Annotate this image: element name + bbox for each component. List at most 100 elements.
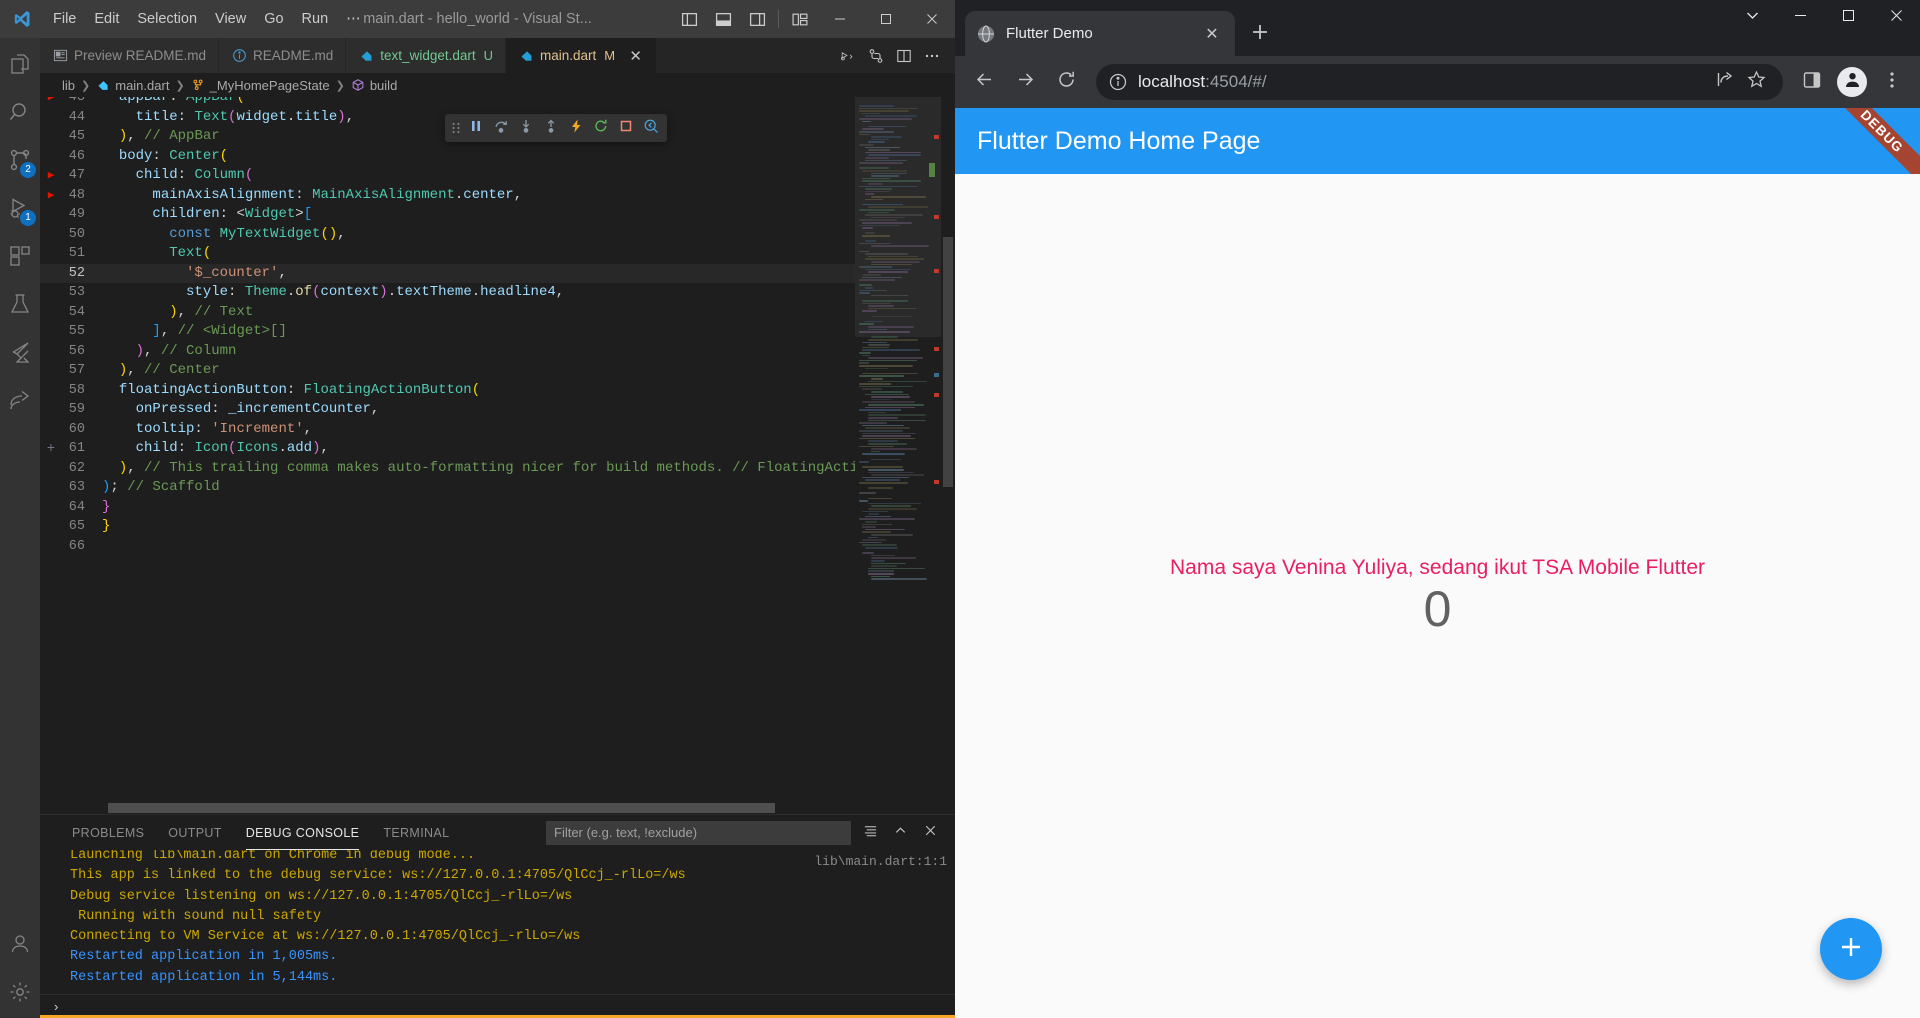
browser-tab-close-button[interactable]: ✕ (1201, 23, 1223, 45)
hot-reload-button[interactable] (564, 116, 588, 140)
forward-button[interactable] (1006, 63, 1044, 101)
code-line[interactable]: +61 child: Icon(Icons.add), (40, 439, 855, 459)
window-minimize-button[interactable] (817, 0, 863, 38)
console-filter-input[interactable] (546, 820, 851, 845)
code-line[interactable]: 63); // Scaffold (40, 478, 855, 498)
new-tab-button[interactable] (1243, 17, 1277, 51)
menu-run[interactable]: Run (293, 7, 338, 31)
menu-selection[interactable]: Selection (128, 7, 206, 31)
menu-bar[interactable]: File Edit Selection View Go Run ⋯ (44, 7, 370, 31)
panel-tab-problems[interactable]: PROBLEMS (60, 815, 156, 850)
breakpoint-marker[interactable]: ▶ (40, 185, 62, 207)
breadcrumb-item-main-dart[interactable]: main.dart (96, 78, 169, 93)
sidebar-item-run-and-debug[interactable]: 1 (0, 186, 40, 234)
code-line[interactable]: 52 '$_counter', (40, 263, 855, 283)
back-button[interactable] (965, 63, 1003, 101)
toggle-primary-sidebar-button[interactable] (672, 0, 706, 38)
sidebar-item-explorer[interactable] (0, 42, 40, 90)
debug-stop-button[interactable] (614, 116, 638, 140)
window-maximize-button[interactable] (863, 0, 909, 38)
increment-fab[interactable] (1820, 918, 1882, 980)
code-line[interactable]: 65} (40, 517, 855, 537)
breakpoint-marker[interactable]: ▶ (40, 165, 62, 187)
code-line[interactable]: 54 ), // Text (40, 303, 855, 323)
breadcrumb-item-lib[interactable]: lib (62, 78, 75, 93)
chrome-menu-button[interactable] (1874, 64, 1910, 100)
browser-tab-flutter-demo[interactable]: Flutter Demo ✕ (965, 11, 1235, 56)
close-panel-button[interactable] (919, 822, 941, 844)
run-debug-chevron-icon[interactable] (835, 43, 861, 69)
menu-go[interactable]: Go (255, 7, 292, 31)
tab-text-widget-dart[interactable]: text_widget.dart U (346, 38, 506, 73)
scrollbar-thumb[interactable] (108, 803, 775, 813)
side-panel-button[interactable] (1794, 64, 1830, 100)
code-editor[interactable]: ▶ 43 appBar: AppBar(44 title: Text(widget… (40, 89, 955, 802)
code-line[interactable]: 46 body: Center( (40, 147, 855, 167)
maximize-panel-button[interactable] (889, 822, 911, 844)
customize-layout-button[interactable] (783, 0, 817, 38)
code-line[interactable]: 50 const MyTextWidget(), (40, 225, 855, 245)
breadcrumb-item-class[interactable]: _MyHomePageState (191, 78, 330, 93)
split-editor-icon[interactable] (891, 43, 917, 69)
code-line[interactable]: 49 children: <Widget>[ (40, 205, 855, 225)
code-line[interactable]: ▶ 47 child: Column( (40, 166, 855, 186)
menu-more[interactable]: ⋯ (337, 7, 370, 31)
debug-console-output[interactable]: lib\main.dart:1:1 Launching lib\main.dar… (40, 850, 955, 994)
fold-add-marker[interactable]: + (40, 439, 62, 460)
debug-pause-button[interactable] (464, 116, 488, 140)
sidebar-item-extensions[interactable] (0, 234, 40, 282)
address-bar[interactable]: localhost:4504/#/ (1096, 64, 1783, 100)
minimap[interactable] (855, 97, 941, 802)
code-line[interactable]: 58 floatingActionButton: FloatingActionB… (40, 381, 855, 401)
code-line[interactable]: 57 ), // Center (40, 361, 855, 381)
accounts-button[interactable] (0, 922, 40, 970)
sidebar-item-source-control[interactable]: 2 (0, 138, 40, 186)
browser-tab-search-button[interactable] (1728, 0, 1776, 36)
bookmark-button[interactable] (1741, 67, 1771, 97)
debug-toolbar[interactable] (445, 114, 667, 142)
profile-button[interactable] (1837, 67, 1867, 97)
code-line[interactable]: 62 ), // This trailing comma makes auto-… (40, 459, 855, 479)
grip-icon[interactable] (449, 120, 463, 136)
ellipsis-icon[interactable] (919, 43, 945, 69)
code-line[interactable]: ▶ 48 mainAxisAlignment: MainAxisAlignment… (40, 186, 855, 206)
menu-edit[interactable]: Edit (85, 7, 128, 31)
share-button[interactable] (1709, 67, 1739, 97)
settings-button[interactable] (0, 970, 40, 1018)
browser-maximize-button[interactable] (1824, 0, 1872, 36)
breadcrumb-item-method[interactable]: build (351, 78, 397, 93)
sidebar-item-share[interactable] (0, 378, 40, 426)
reload-button[interactable] (1047, 63, 1085, 101)
tab-close-button[interactable]: ✕ (627, 47, 644, 65)
breadcrumb[interactable]: lib ❯ main.dart ❯ _MyHomePageState ❯ bui… (40, 73, 955, 97)
debug-step-over-button[interactable] (489, 116, 513, 140)
code-line[interactable]: 64} (40, 498, 855, 518)
code-content[interactable]: ▶ 43 appBar: AppBar(44 title: Text(widget… (40, 88, 855, 802)
browser-minimize-button[interactable] (1776, 0, 1824, 36)
menu-file[interactable]: File (44, 7, 85, 31)
open-devtools-button[interactable] (639, 116, 663, 140)
browser-close-button[interactable] (1872, 0, 1920, 36)
sidebar-item-search[interactable] (0, 90, 40, 138)
tab-main-dart[interactable]: main.dart M ✕ (506, 38, 658, 73)
panel-tab-terminal[interactable]: TERMINAL (371, 815, 461, 850)
editor-horizontal-scrollbar[interactable] (40, 802, 955, 814)
panel-tab-debug-console[interactable]: DEBUG CONSOLE (234, 815, 372, 850)
code-line[interactable]: 51 Text( (40, 244, 855, 264)
tab-preview-readme[interactable]: Preview README.md (40, 38, 220, 73)
compare-icon[interactable] (863, 43, 889, 69)
code-line[interactable]: 60 tooltip: 'Increment', (40, 420, 855, 440)
debug-step-out-button[interactable] (539, 116, 563, 140)
clear-console-button[interactable] (859, 822, 881, 844)
code-line[interactable]: 66 (40, 537, 855, 557)
code-line[interactable]: 56 ), // Column (40, 342, 855, 362)
scrollbar-thumb[interactable] (943, 237, 953, 487)
panel-tab-output[interactable]: OUTPUT (156, 815, 234, 850)
tab-readme[interactable]: README.md (219, 38, 347, 73)
editor-vertical-scrollbar[interactable] (941, 97, 955, 802)
toggle-panel-button[interactable] (706, 0, 740, 38)
sidebar-item-testing[interactable] (0, 282, 40, 330)
debug-step-into-button[interactable] (514, 116, 538, 140)
toggle-secondary-sidebar-button[interactable] (740, 0, 774, 38)
code-line[interactable]: 55 ], // <Widget>[] (40, 322, 855, 342)
